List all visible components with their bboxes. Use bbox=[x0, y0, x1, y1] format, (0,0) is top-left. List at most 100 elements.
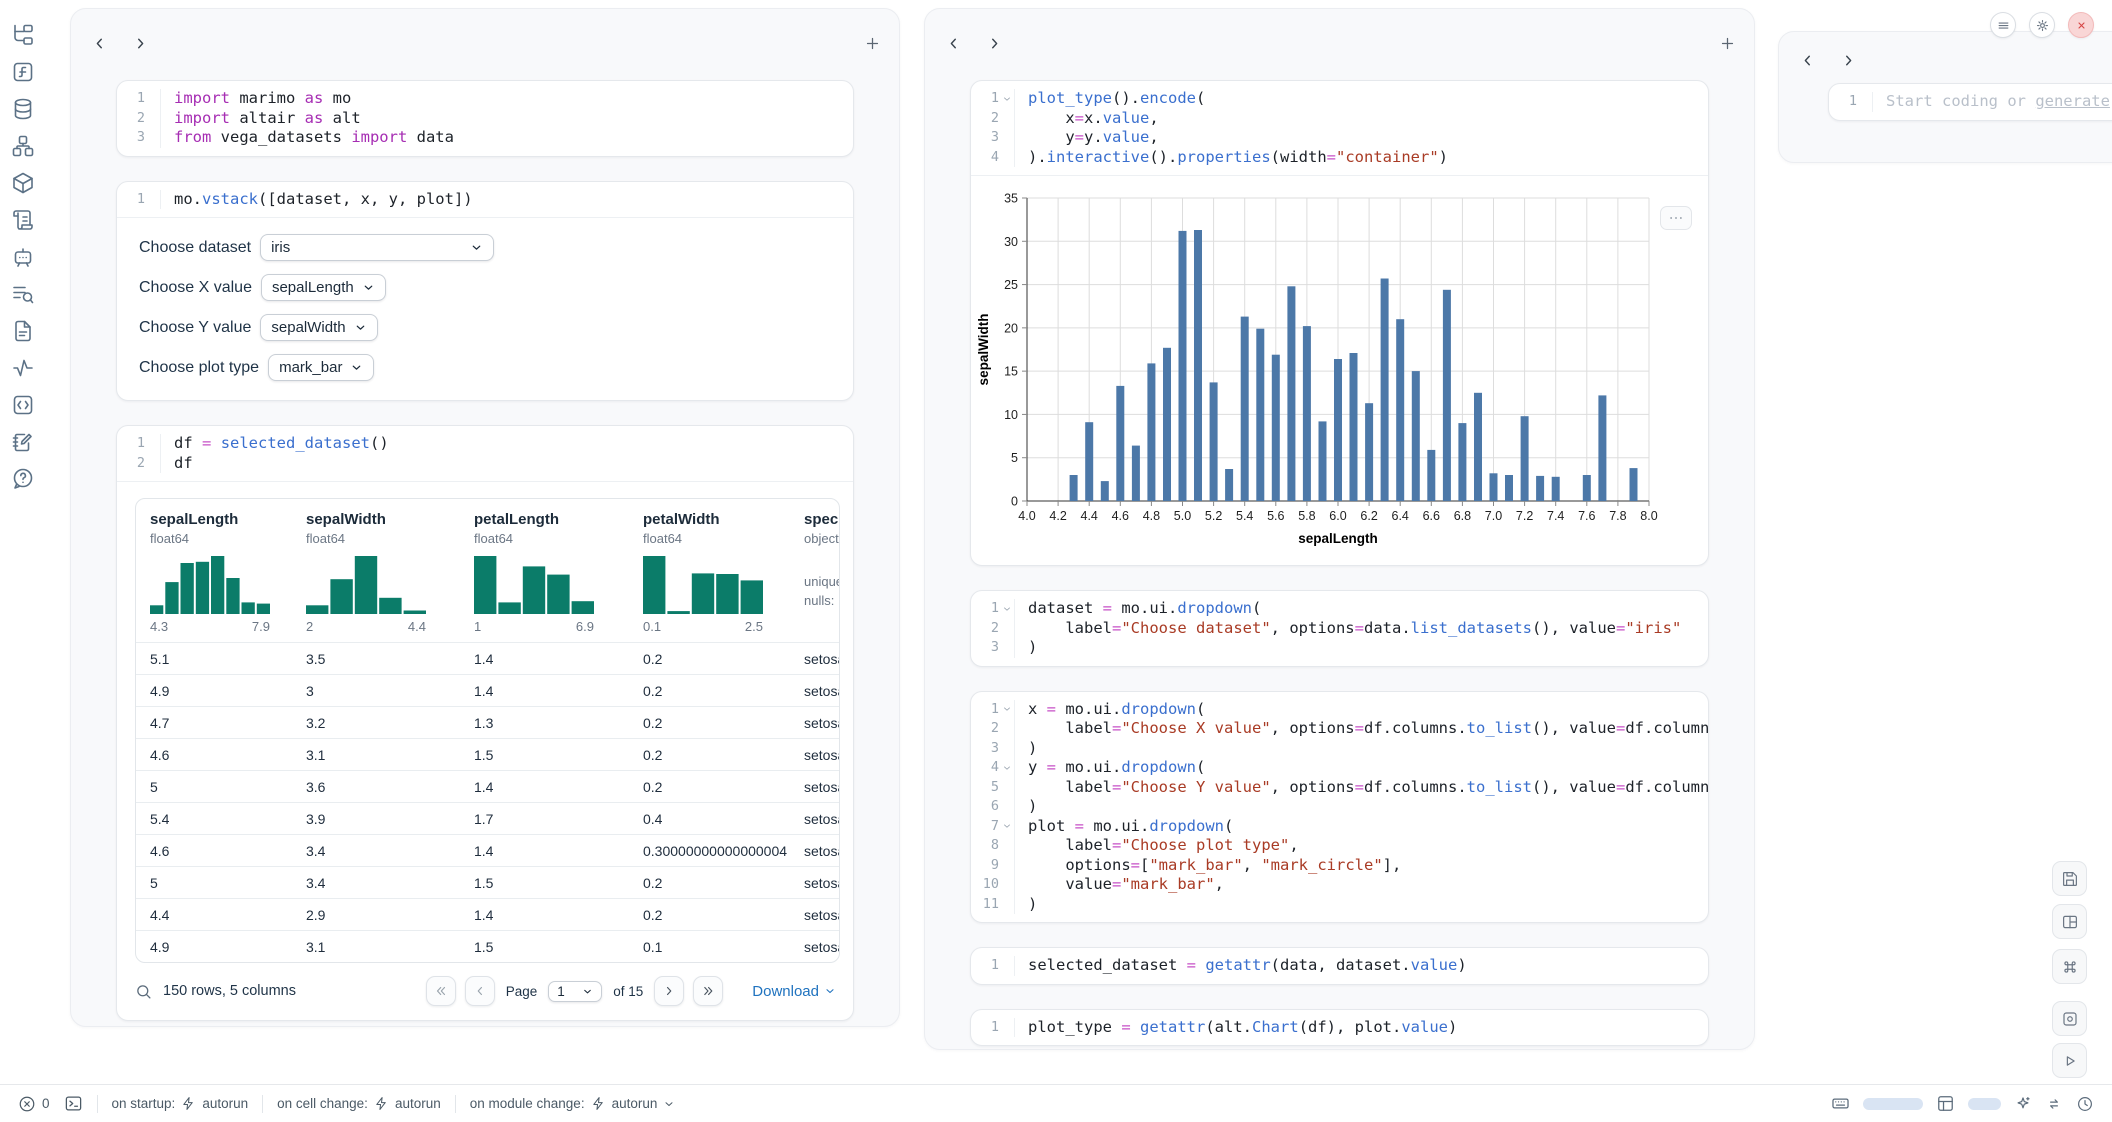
fold-toggle[interactable] bbox=[999, 700, 1014, 720]
chevron-left-icon bbox=[91, 35, 108, 52]
runtime-config-on-cell-change-[interactable]: on cell change:autorun bbox=[277, 1096, 441, 1111]
close-button[interactable] bbox=[2068, 12, 2094, 38]
help-circle-icon bbox=[11, 467, 35, 491]
runtime-config-on-startup-[interactable]: on startup:autorun bbox=[112, 1096, 249, 1111]
choose-x-value-dropdown[interactable]: sepalLength bbox=[261, 274, 386, 301]
altair-bar-chart[interactable]: 4.04.24.44.64.85.05.25.45.65.86.06.26.46… bbox=[973, 192, 1663, 554]
generate-ai-link[interactable]: generate bbox=[2035, 92, 2110, 110]
code-editor[interactable]: 1 x = mo.ui.dropdown( 2 label="Choose X … bbox=[971, 692, 1708, 923]
table-summary: 150 rows, 5 columns bbox=[163, 983, 296, 999]
sparkles-button[interactable] bbox=[2014, 1095, 2032, 1113]
table-cell: 0.2 bbox=[629, 779, 790, 795]
sidebar-activity-button[interactable] bbox=[10, 355, 36, 381]
line-number: 1 bbox=[117, 89, 145, 109]
control-row: Choose plot type mark_bar bbox=[139, 354, 831, 381]
sidebar-function-square-button[interactable] bbox=[10, 59, 36, 85]
fold-toggle[interactable] bbox=[999, 758, 1014, 778]
column-histogram bbox=[306, 556, 426, 614]
page-select[interactable]: 1 bbox=[548, 981, 602, 1002]
sidebar-file-text-button[interactable] bbox=[10, 318, 36, 344]
runtime-config-on-module-change-[interactable]: on module change:autorun bbox=[470, 1096, 676, 1111]
code-editor[interactable]: 1 Start coding or generate with AI bbox=[1829, 84, 2112, 120]
save-button[interactable] bbox=[2052, 861, 2087, 896]
fold-toggle bbox=[999, 128, 1014, 148]
table-cell: 3.1 bbox=[292, 747, 460, 763]
dropdown-label: Choose plot type bbox=[139, 359, 259, 377]
code-editor[interactable]: 1 selected_dataset = getattr(data, datas… bbox=[971, 948, 1708, 984]
hist-min: 4.3 bbox=[150, 619, 168, 634]
fold-toggle[interactable] bbox=[999, 817, 1014, 837]
table-cell: setosa bbox=[790, 843, 840, 859]
table-row: 4.63.11.50.2setosa bbox=[136, 738, 840, 770]
download-button[interactable]: Download bbox=[752, 983, 836, 1000]
chevron-down-icon bbox=[1002, 94, 1012, 104]
choose-plot-type-dropdown[interactable]: mark_bar bbox=[268, 354, 374, 381]
clock-button[interactable] bbox=[2076, 1095, 2094, 1113]
menu-button[interactable] bbox=[1990, 12, 2016, 38]
sidebar-package-button[interactable] bbox=[10, 170, 36, 196]
column-collapse-left-button[interactable] bbox=[1797, 50, 1818, 71]
chart-menu-button[interactable] bbox=[1660, 206, 1692, 230]
add-column-button[interactable] bbox=[862, 33, 883, 54]
column-collapse-left-button[interactable] bbox=[89, 33, 110, 54]
fold-toggle bbox=[999, 797, 1014, 817]
sidebar-notebook-pen-button[interactable] bbox=[10, 429, 36, 455]
sidebar-bot-message-button[interactable] bbox=[10, 244, 36, 270]
table-cell: 1.4 bbox=[460, 651, 629, 667]
prev-page-button[interactable] bbox=[465, 976, 495, 1006]
fold-toggle[interactable] bbox=[999, 89, 1014, 109]
first-page-button[interactable] bbox=[426, 976, 456, 1006]
code-line: 1 import marimo as mo bbox=[117, 89, 853, 109]
console-button[interactable] bbox=[2052, 1001, 2087, 1036]
hist-max: 6.9 bbox=[576, 619, 594, 634]
code-editor[interactable]: 1 df = selected_dataset() 2 df bbox=[117, 426, 853, 481]
settings-button[interactable] bbox=[2029, 12, 2055, 38]
column-2-header bbox=[925, 9, 1754, 60]
zap-icon bbox=[591, 1096, 606, 1111]
table-cell: setosa bbox=[790, 715, 840, 731]
last-page-button[interactable] bbox=[693, 976, 723, 1006]
sidebar-workflow-button[interactable] bbox=[10, 133, 36, 159]
code-editor[interactable]: 1 dataset = mo.ui.dropdown( 2 label="Cho… bbox=[971, 591, 1708, 666]
sidebar-help-circle-button[interactable] bbox=[10, 466, 36, 492]
choose-y-value-dropdown[interactable]: sepalWidth bbox=[260, 314, 377, 341]
panel-layout-button[interactable] bbox=[2052, 904, 2087, 939]
terminal-button[interactable] bbox=[64, 1094, 83, 1113]
sidebar-scroll-text-button[interactable] bbox=[10, 207, 36, 233]
column-1-cells: 1 import marimo as mo 2 import altair as… bbox=[71, 60, 899, 1021]
sidebar-list-search-button[interactable] bbox=[10, 281, 36, 307]
column-collapse-left-button[interactable] bbox=[943, 33, 964, 54]
run-button[interactable] bbox=[2052, 1043, 2087, 1078]
sidebar-file-tree-button[interactable] bbox=[10, 22, 36, 48]
svg-text:30: 30 bbox=[1004, 235, 1018, 249]
next-page-button[interactable] bbox=[654, 976, 684, 1006]
sidebar-code-snippet-button[interactable] bbox=[10, 392, 36, 418]
chevron-down-icon bbox=[470, 241, 483, 254]
line-number: 4 bbox=[971, 148, 999, 168]
command-button[interactable] bbox=[2052, 949, 2087, 984]
sidebar-database-button[interactable] bbox=[10, 96, 36, 122]
table-search-button[interactable] bbox=[135, 983, 152, 1000]
add-column-button[interactable] bbox=[1717, 33, 1738, 54]
code-editor[interactable]: 1 plot_type = getattr(alt.Chart(df), plo… bbox=[971, 1010, 1708, 1046]
hist-min: 0.1 bbox=[643, 619, 661, 634]
column-collapse-right-button[interactable] bbox=[130, 33, 151, 54]
errors-indicator[interactable]: 0 bbox=[18, 1095, 50, 1113]
code-editor[interactable]: 1 mo.vstack([dataset, x, y, plot]) bbox=[117, 182, 853, 218]
fold-toggle[interactable] bbox=[999, 599, 1014, 619]
column-collapse-right-button[interactable] bbox=[1838, 50, 1859, 71]
svg-text:0: 0 bbox=[1011, 495, 1018, 509]
code-editor[interactable]: 1 import marimo as mo 2 import altair as… bbox=[117, 81, 853, 156]
line-number: 10 bbox=[971, 875, 999, 895]
fold-toggle bbox=[145, 454, 160, 474]
column-collapse-right-button[interactable] bbox=[984, 33, 1005, 54]
table-cell: 1.5 bbox=[460, 939, 629, 955]
code-line: 8 label="Choose plot type", bbox=[971, 836, 1708, 856]
table-cell: 3.5 bbox=[292, 651, 460, 667]
fold-toggle bbox=[999, 778, 1014, 798]
table-cell: 4.7 bbox=[136, 715, 292, 731]
arrows-swap-button[interactable] bbox=[2045, 1095, 2063, 1113]
code-editor[interactable]: 1 plot_type().encode( 2 x=x.value, 3 y=y… bbox=[971, 81, 1708, 175]
choose-dataset-dropdown[interactable]: iris bbox=[260, 234, 494, 261]
code-line: 9 options=["mark_bar", "mark_circle"], bbox=[971, 856, 1708, 876]
